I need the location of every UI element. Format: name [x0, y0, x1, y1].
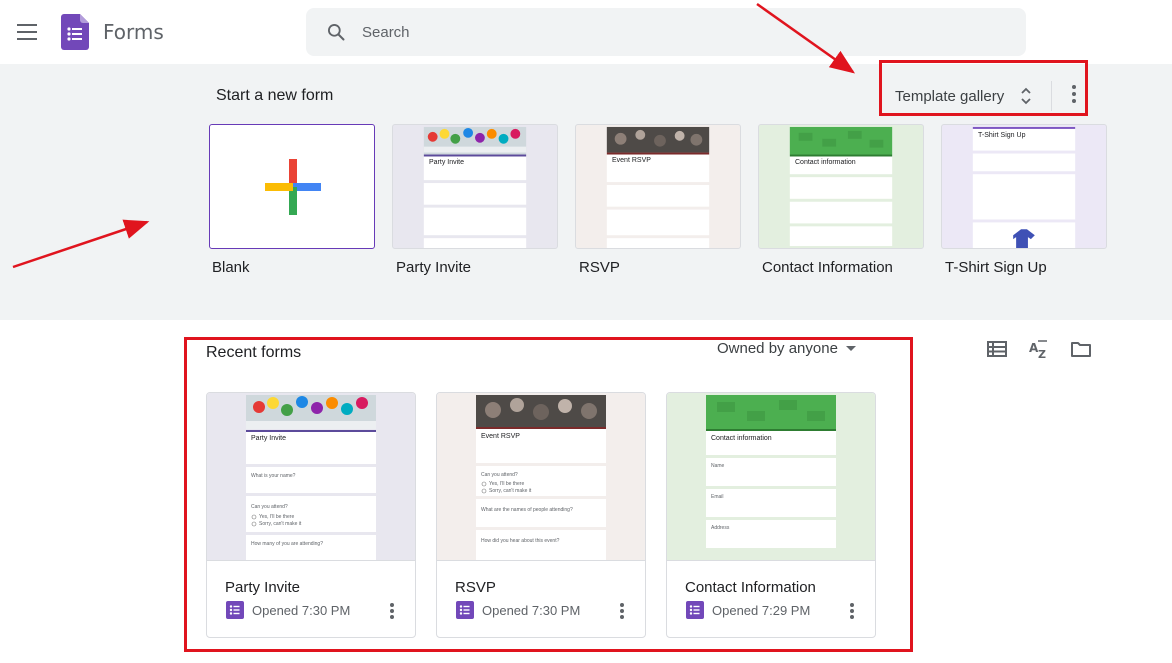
template-rsvp-card[interactable]: Event RSVP — [575, 124, 741, 249]
start-new-form-heading: Start a new form — [216, 87, 334, 104]
plus-icon — [265, 159, 321, 215]
app-header: Forms — [0, 0, 1172, 64]
party-invite-preview-title: Party Invite — [429, 159, 465, 166]
search-bar[interactable] — [306, 8, 1026, 56]
svg-text:Z: Z — [1038, 348, 1046, 360]
annotation-box-recent-forms — [184, 337, 913, 652]
forms-logo-icon[interactable] — [61, 14, 89, 50]
template-blank-label[interactable]: Blank — [212, 259, 250, 276]
contact-information-preview-title: Contact information — [795, 159, 856, 166]
template-party-invite-label[interactable]: Party Invite — [396, 259, 471, 276]
annotation-box-template-gallery — [879, 60, 1088, 116]
template-party-invite-card[interactable]: Party Invite — [392, 124, 558, 249]
search-input[interactable] — [362, 18, 1002, 46]
main-menu-icon[interactable] — [17, 24, 37, 40]
tshirt-signup-preview-title: T-Shirt Sign Up — [978, 132, 1026, 139]
contact-information-preview — [789, 126, 893, 247]
rsvp-preview-title: Event RSVP — [612, 157, 651, 164]
search-icon[interactable] — [326, 22, 346, 42]
template-tshirt-signup-label[interactable]: T-Shirt Sign Up — [945, 259, 1047, 276]
list-view-icon[interactable] — [986, 338, 1008, 360]
folder-icon[interactable] — [1070, 338, 1092, 360]
sort-az-icon[interactable]: A Z — [1028, 338, 1050, 360]
rsvp-preview — [606, 126, 710, 248]
app-title[interactable]: Forms — [103, 20, 164, 44]
template-blank-card[interactable] — [209, 124, 375, 249]
template-contact-information-label[interactable]: Contact Information — [762, 259, 893, 276]
tshirt-signup-preview — [972, 126, 1076, 248]
template-contact-information-card[interactable]: Contact information — [758, 124, 924, 249]
party-invite-preview — [423, 126, 527, 248]
template-rsvp-label[interactable]: RSVP — [579, 259, 620, 276]
template-tshirt-signup-card[interactable]: T-Shirt Sign Up — [941, 124, 1107, 249]
